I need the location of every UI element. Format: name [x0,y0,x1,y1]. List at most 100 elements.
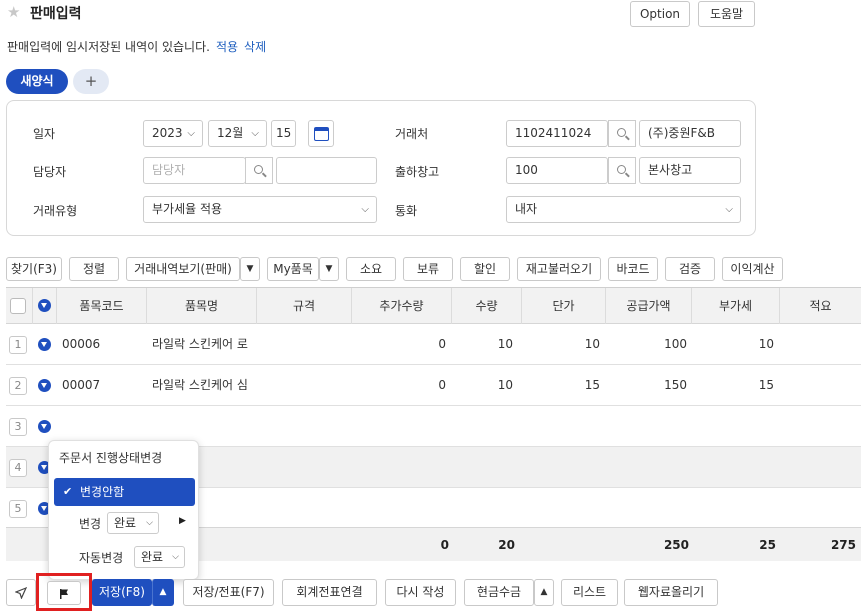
download-icon[interactable] [38,299,51,312]
reload-stock-button[interactable]: 재고불러오기 [517,257,601,281]
sales-header-form: 일자 2023 ⌵ 12월 ⌵ 15 거래처 1102411024 (주)중원F&B… [6,100,756,236]
warehouse-code-input[interactable]: 100 [506,157,608,184]
cell-vat[interactable]: 10 [692,324,774,365]
cell-qty[interactable]: 10 [452,365,513,406]
col-price[interactable]: 단가 [522,288,606,324]
history-button[interactable]: 거래내역보기(판매) [126,257,240,281]
col-supply[interactable]: 공급가액 [606,288,692,324]
cell-supply[interactable]: 100 [606,324,687,365]
trade-type-select[interactable]: 부가세율 적용 ⌵ [143,196,377,223]
delete-link[interactable]: 삭제 [244,40,266,54]
cell-price[interactable]: 10 [522,324,600,365]
help-button[interactable]: 도움말 [698,1,755,27]
cell-item-code[interactable]: 00006 [62,324,147,365]
my-items-button[interactable]: My품목 [267,257,319,281]
search-icon [254,165,263,174]
manager-code-input[interactable]: 담당자 [143,157,246,184]
auto-change-select[interactable]: 완료 ⌵ [134,546,185,568]
sort-button[interactable]: 정렬 [69,257,119,281]
manager-search-button[interactable] [245,157,273,184]
cell-item-name[interactable]: 라일락 스킨케어 로 [152,324,254,365]
table-row[interactable]: 2 00007 라일락 스킨케어 심 0 10 15 150 15 [6,365,861,406]
submenu-arrow-icon[interactable]: ▶ [179,516,186,526]
save-button[interactable]: 저장(F8) [92,579,152,606]
row-number: 4 [9,459,27,477]
send-button[interactable] [6,579,36,606]
barcode-button[interactable]: 바코드 [608,257,658,281]
customer-code-input[interactable]: 1102411024 [506,120,608,147]
send-icon [14,586,28,600]
col-qty[interactable]: 수량 [452,288,522,324]
check-icon: ✔ [63,485,73,498]
option-button[interactable]: Option [630,1,690,27]
rewrite-button[interactable]: 다시 작성 [385,579,456,606]
save-slip-button[interactable]: 저장/전표(F7) [183,579,274,606]
cell-qty[interactable]: 10 [452,324,513,365]
cash-dropdown-button[interactable]: ▲ [534,579,554,606]
chevron-down-icon: ⌵ [361,204,369,215]
manager-name-input[interactable] [276,157,377,184]
grid-header: 품목코드 품목명 규격 추가수량 수량 단가 공급가액 부가세 적요 [6,288,861,324]
no-change-option[interactable]: ✔ 변경안함 [54,478,195,506]
warehouse-search-button[interactable] [608,157,636,184]
accounting-link-button[interactable]: 회계전표연결 [282,579,377,606]
currency-label: 통화 [395,204,418,218]
save-dropdown-button[interactable]: ▲ [152,579,174,606]
col-extra-qty[interactable]: 추가수량 [352,288,452,324]
trade-type-label: 거래유형 [33,204,78,218]
download-icon[interactable] [38,420,51,433]
change-status-select[interactable]: 완료 ⌵ [107,512,159,534]
profit-calc-button[interactable]: 이익계산 [722,257,783,281]
find-button[interactable]: 찾기(F3) [6,257,62,281]
month-select[interactable]: 12월 ⌵ [208,120,267,147]
total-extra-qty: 0 [440,538,449,552]
new-form-tab[interactable]: 새양식 [6,69,68,94]
download-icon[interactable] [38,379,51,392]
page-header: ★ 판매입력 Option 도움말 [0,0,861,30]
list-button[interactable]: 리스트 [561,579,618,606]
my-items-dropdown-button[interactable]: ▼ [319,257,339,281]
web-upload-button[interactable]: 웹자료올리기 [624,579,718,606]
subtotal-button[interactable]: 소요 [346,257,396,281]
chevron-down-icon: ⌵ [725,204,733,215]
history-dropdown-button[interactable]: ▼ [240,257,260,281]
manager-label: 담당자 [33,165,67,179]
cell-item-code[interactable]: 00007 [62,365,147,406]
currency-select[interactable]: 내자 ⌵ [506,196,741,223]
no-change-label: 변경안함 [80,485,125,499]
customer-search-button[interactable] [608,120,636,147]
day-input[interactable]: 15 [271,120,296,147]
col-spec[interactable]: 규격 [257,288,352,324]
search-icon [617,128,626,137]
cell-extra-qty[interactable]: 0 [352,324,446,365]
cell-vat[interactable]: 15 [692,365,774,406]
cell-supply[interactable]: 150 [606,365,687,406]
apply-link[interactable]: 적용 [216,40,238,54]
customer-name-input[interactable]: (주)중원F&B [639,120,741,147]
chevron-down-icon: ⌵ [187,128,195,139]
hold-button[interactable]: 보류 [403,257,453,281]
select-all-checkbox[interactable] [10,298,26,314]
cell-price[interactable]: 15 [522,365,600,406]
col-item-name[interactable]: 품목명 [147,288,257,324]
col-item-code[interactable]: 품목코드 [57,288,147,324]
col-memo[interactable]: 적요 [780,288,861,324]
warehouse-name-input[interactable]: 본사창고 [639,157,741,184]
discount-button[interactable]: 할인 [460,257,510,281]
total-supply: 250 [663,538,689,552]
cash-collect-button[interactable]: 현금수금 [464,579,534,606]
year-select[interactable]: 2023 ⌵ [143,120,203,147]
favorite-star-icon[interactable]: ★ [7,3,20,21]
verify-button[interactable]: 검증 [665,257,715,281]
popup-title: 주문서 진행상태변경 [59,451,163,465]
download-icon[interactable] [38,338,51,351]
calendar-icon [314,127,329,141]
calendar-button[interactable] [308,120,334,147]
order-status-popup: 주문서 진행상태변경 ✔ 변경안함 변경 완료 ⌵ ▶ 자동변경 완료 ⌵ [48,440,199,580]
add-form-button[interactable]: + [73,69,109,94]
cell-item-name[interactable]: 라일락 스킨케어 심 [152,365,254,406]
total-amount: 275 [830,538,856,552]
table-row[interactable]: 1 00006 라일락 스킨케어 로 0 10 10 100 10 [6,324,861,365]
col-vat[interactable]: 부가세 [692,288,780,324]
cell-extra-qty[interactable]: 0 [352,365,446,406]
